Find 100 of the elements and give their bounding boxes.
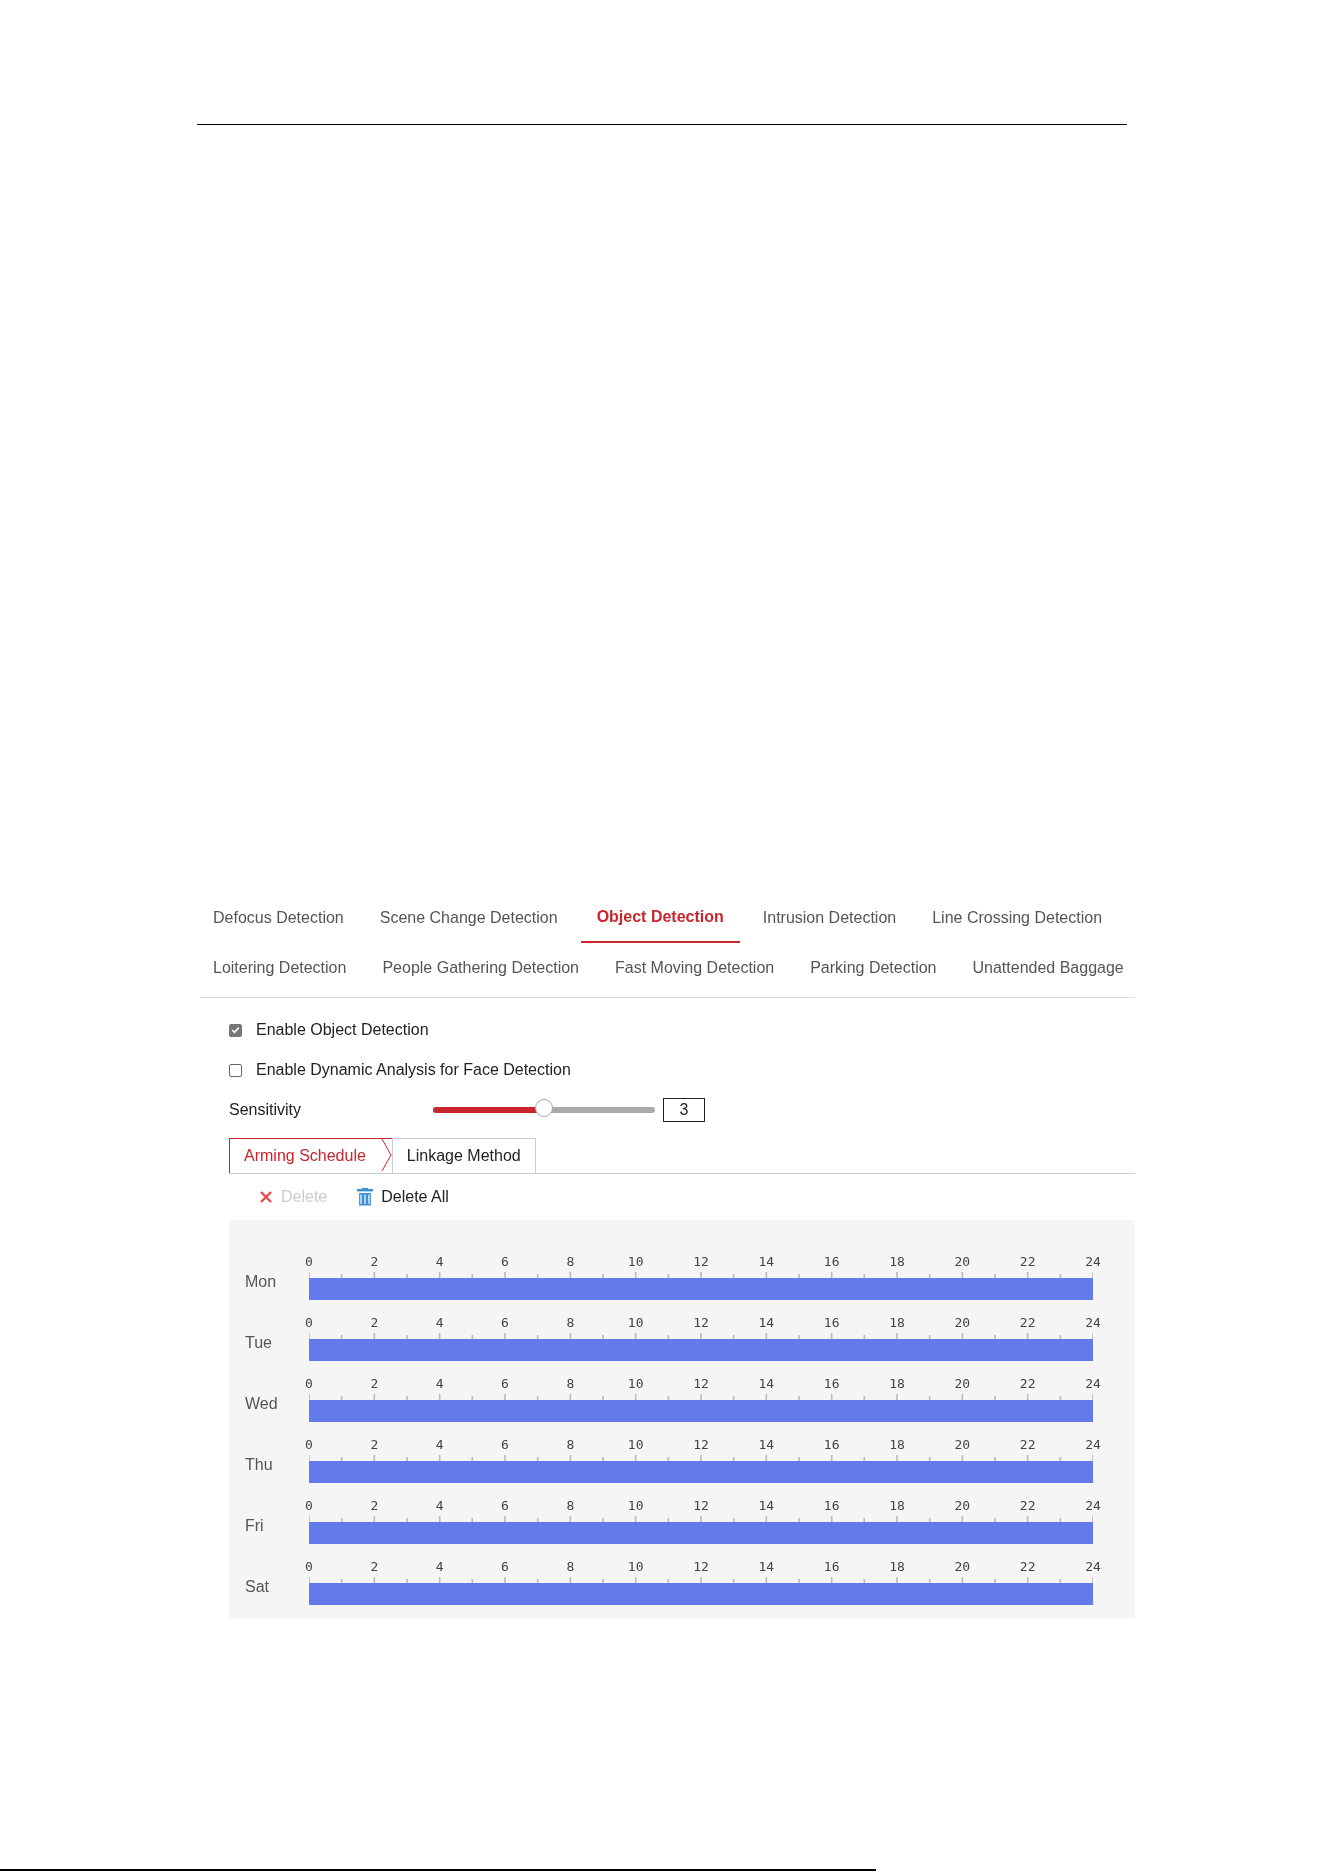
slider-thumb[interactable] [535,1099,553,1117]
hour-label: 14 [758,1437,775,1452]
hour-label: 20 [954,1376,971,1391]
hour-label: 4 [435,1376,444,1391]
hour-label: 24 [1085,1559,1101,1574]
schedule-bar[interactable] [309,1400,1093,1422]
detection-tab[interactable]: Loitering Detection [200,943,360,993]
hour-label: 2 [370,1376,379,1391]
day-label: Thu [244,1456,274,1475]
schedule-bar[interactable] [309,1461,1093,1483]
hour-label: 16 [823,1376,840,1391]
detection-tab[interactable]: Line Crossing Detection [919,893,1116,943]
hour-label: 14 [758,1315,775,1330]
schedule-tab[interactable]: Arming Schedule [229,1138,392,1173]
hour-label: 12 [693,1559,709,1574]
hour-label: 18 [889,1376,905,1391]
schedule-bar[interactable] [309,1522,1093,1544]
hour-label: 16 [823,1498,840,1513]
detection-tab[interactable]: Defocus Detection [200,893,357,943]
hour-label: 16 [823,1254,840,1269]
checkbox-label: Enable Object Detection [256,1021,429,1039]
hour-label: 8 [566,1559,575,1574]
hour-label: 14 [758,1559,775,1574]
hour-label: 8 [566,1437,575,1452]
hour-label: 6 [501,1498,509,1513]
hour-label: 10 [627,1315,644,1330]
hour-label: 20 [954,1315,971,1330]
day-label: Mon [244,1273,278,1292]
hour-label: 24 [1085,1254,1101,1269]
hour-label: 12 [693,1254,709,1269]
detection-tab[interactable]: Unattended Baggage [959,943,1137,993]
detection-tab[interactable]: Scene Change Detection [366,893,571,943]
hour-label: 0 [305,1498,313,1513]
hour-label: 24 [1085,1315,1101,1330]
sensitivity-slider[interactable] [433,1101,655,1119]
detection-tab[interactable]: People Gathering Detection [369,943,592,993]
hour-label: 24 [1085,1437,1101,1452]
hour-label: 10 [627,1437,644,1452]
detection-tab[interactable]: Intrusion Detection [749,893,910,943]
trash-icon [357,1188,374,1206]
hour-label: 12 [693,1315,709,1330]
schedule-bar[interactable] [309,1583,1093,1605]
delete-all-button[interactable]: Delete All [357,1186,449,1208]
hour-label: 6 [501,1559,509,1574]
hour-label: 4 [435,1315,444,1330]
hour-label: 12 [693,1498,709,1513]
hour-label: 8 [566,1498,575,1513]
checkbox-label: Enable Dynamic Analysis for Face Detection [256,1061,571,1079]
detection-tab[interactable]: Fast Moving Detection [602,943,788,993]
hour-label: 6 [501,1437,509,1452]
hour-label: 4 [435,1498,444,1513]
hour-label: 20 [954,1498,971,1513]
hour-label: 2 [370,1315,379,1330]
hour-label: 20 [954,1437,971,1452]
hour-label: 8 [566,1376,575,1391]
hour-label: 18 [889,1498,905,1513]
hour-label: 0 [305,1376,313,1391]
hour-label: 4 [435,1437,444,1452]
hour-label: 10 [627,1559,644,1574]
hour-label: 4 [435,1559,444,1574]
hour-label: 0 [305,1315,313,1330]
hour-label: 2 [370,1437,379,1452]
hour-label: 6 [501,1254,509,1269]
hour-label: 14 [758,1376,775,1391]
hour-label: 18 [889,1315,905,1330]
day-label: Fri [244,1517,265,1536]
hour-label: 24 [1085,1376,1101,1391]
hour-label: 16 [823,1559,840,1574]
checkbox[interactable] [229,1023,242,1037]
schedule-bar[interactable] [309,1278,1093,1300]
hour-label: 22 [1019,1498,1036,1513]
detection-tab[interactable]: Parking Detection [797,943,950,993]
hour-label: 4 [435,1254,444,1269]
schedule-bar[interactable] [309,1339,1093,1361]
close-icon [259,1190,273,1204]
detection-tab[interactable]: Object Detection [580,893,740,943]
hour-label: 14 [758,1498,775,1513]
hour-label: 20 [954,1254,971,1269]
sensitivity-label: Sensitivity [229,1101,303,1119]
hour-label: 20 [954,1559,971,1574]
hour-label: 22 [1019,1437,1036,1452]
hour-label: 0 [305,1559,313,1574]
hour-label: 16 [823,1437,840,1452]
hour-label: 2 [370,1254,379,1269]
hour-label: 24 [1085,1498,1101,1513]
hour-label: 6 [501,1376,509,1391]
hour-label: 16 [823,1315,840,1330]
hour-label: 14 [758,1254,775,1269]
hour-label: 8 [566,1315,575,1330]
sensitivity-value-field[interactable]: 3 [663,1098,705,1122]
checkbox[interactable] [229,1063,242,1077]
hour-label: 6 [501,1315,509,1330]
hour-label: 0 [305,1437,313,1452]
hour-label: 22 [1019,1315,1036,1330]
hour-label: 10 [627,1254,644,1269]
hour-label: 18 [889,1559,905,1574]
hour-label: 18 [889,1254,905,1269]
day-label: Wed [244,1395,279,1414]
hour-label: 22 [1019,1254,1036,1269]
hour-label: 22 [1019,1559,1036,1574]
